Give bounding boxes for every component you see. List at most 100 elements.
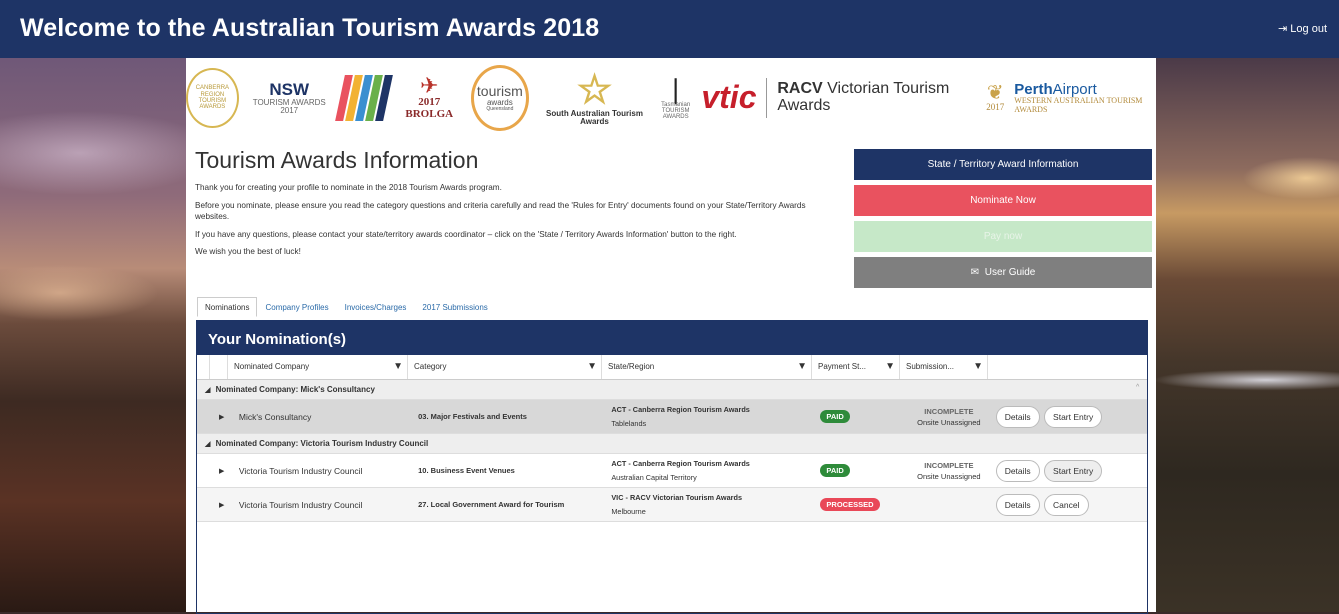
nsw-sub: TOURISM AWARDS 2017 xyxy=(252,97,326,115)
cell-region: Australian Capital Territory xyxy=(611,472,697,482)
expand-row-icon[interactable]: ▶ xyxy=(209,501,233,509)
spacer-col xyxy=(197,355,209,379)
top-header: Welcome to the Australian Tourism Awards… xyxy=(0,0,1339,58)
details-button[interactable]: Details xyxy=(995,459,1040,482)
background-right-photo xyxy=(1156,58,1339,612)
south-australian-awards-logo: ☆ South Australian Tourism Awards xyxy=(539,70,650,127)
group-label: Nominated Company: Victoria Tourism Indu… xyxy=(215,439,429,448)
tab-2017-submissions[interactable]: 2017 Submissions xyxy=(414,297,495,317)
disabled-button[interactable]: Pay now xyxy=(854,221,1152,252)
scroll-up-icon[interactable]: ^ xyxy=(1136,384,1139,391)
cell-award: VIC - RACV Victorian Tourism Awards xyxy=(611,492,743,502)
cell-actions: Details Start Entry xyxy=(990,405,1147,428)
group-header-micks[interactable]: ◢ Nominated Company: Mick's Consultancy xyxy=(197,380,1147,400)
envelope-icon: ✉ xyxy=(970,267,980,278)
cell-actions: Details Start Entry xyxy=(990,459,1147,482)
logo-divider xyxy=(766,78,768,118)
info-paragraph-2: Before you nominate, please ensure you r… xyxy=(195,200,806,222)
cell-region: Tablelands xyxy=(611,418,647,428)
submission-status: INCOMPLETE xyxy=(924,460,974,470)
cell-state-region: VIC - RACV Victorian Tourism Awards Melb… xyxy=(605,491,814,519)
col-category[interactable]: Category ▼ xyxy=(407,355,601,379)
vtic-logo: vtic xyxy=(701,79,757,116)
tab-nominations[interactable]: Nominations xyxy=(197,297,258,317)
queensland-tourism-awards-logo: tourism awards Queensland xyxy=(470,65,529,131)
vtic-text: vtic xyxy=(701,79,757,116)
sponsor-logos: CANBERRA REGION TOURISM AWARDS NSW TOURI… xyxy=(186,58,1156,138)
submission-sub: Onsite Unassigned xyxy=(917,471,981,481)
nominate-now-button[interactable]: Nominate Now xyxy=(854,185,1152,216)
filter-icon[interactable]: ▼ xyxy=(797,355,807,379)
collapse-icon[interactable]: ◢ xyxy=(205,441,210,448)
cell-company: Victoria Tourism Industry Council xyxy=(238,465,363,476)
cell-category: 03. Major Festivals and Events xyxy=(418,412,527,421)
tasmanian-awards-logo: ❘ Tasmanian TOURISM AWARDS xyxy=(661,73,691,121)
star-icon: ☆ xyxy=(576,67,613,112)
cell-company: Mick's Consultancy xyxy=(238,411,312,422)
user-guide-button[interactable]: ✉ User Guide xyxy=(854,257,1152,288)
cell-submission: INCOMPLETE Onsite Unassigned xyxy=(902,406,990,428)
submission-sub: Onsite Unassigned xyxy=(917,417,981,427)
col-state-region[interactable]: State/Region ▼ xyxy=(601,355,811,379)
start-entry-button[interactable]: Start Entry xyxy=(1044,405,1103,428)
logout-link[interactable]: ⇥ Log out xyxy=(1278,22,1327,35)
tourism-title: tourism xyxy=(476,82,523,99)
filter-icon[interactable]: ▼ xyxy=(587,355,597,379)
wa-name: WESTERN AUSTRALIAN TOURISM AWARDS xyxy=(1014,96,1143,114)
table-row[interactable]: ▶ Mick's Consultancy 03. Major Festivals… xyxy=(197,400,1147,434)
sa-text: South Australian Tourism Awards xyxy=(546,108,643,126)
cell-category: 10. Business Event Venues xyxy=(418,466,515,475)
nominations-grid: Your Nomination(s) Nominated Company ▼ C… xyxy=(196,320,1148,614)
state-territory-info-button[interactable]: State / Territory Award Information xyxy=(854,149,1152,180)
filter-icon[interactable]: ▼ xyxy=(973,355,983,379)
nsw-stripes-graphic xyxy=(334,75,393,121)
col-payment-status-label: Payment St... xyxy=(818,362,867,371)
tasmania-text: Tasmanian TOURISM AWARDS xyxy=(661,101,691,121)
perth-airport-logo: PerthAirport WESTERN AUSTRALIAN TOURISM … xyxy=(1014,80,1156,115)
col-nominated-company[interactable]: Nominated Company ▼ xyxy=(227,355,407,379)
cell-state-region: ACT - Canberra Region Tourism Awards Tab… xyxy=(605,403,814,431)
cell-region: Melbourne xyxy=(611,506,646,516)
cell-award: ACT - Canberra Region Tourism Awards xyxy=(611,404,750,414)
filter-icon[interactable]: ▼ xyxy=(393,355,403,379)
nsw-awards-logo: NSW TOURISM AWARDS 2017 xyxy=(249,80,330,116)
cancel-button[interactable]: Cancel xyxy=(1044,493,1089,516)
collapse-icon[interactable]: ◢ xyxy=(205,387,210,394)
brolga-awards-logo: ✈ 2017 BROLGA xyxy=(405,73,454,120)
cell-submission: INCOMPLETE Onsite Unassigned xyxy=(902,460,990,482)
status-badge: PAID xyxy=(820,410,850,423)
tab-company-profiles[interactable]: Company Profiles xyxy=(257,297,336,317)
background-left-photo xyxy=(0,58,186,612)
expand-row-icon[interactable]: ▶ xyxy=(209,413,233,421)
page-title: Welcome to the Australian Tourism Awards… xyxy=(20,14,600,42)
cell-payment: PAID xyxy=(814,410,902,423)
col-submission-status-label: Submission... xyxy=(906,362,955,371)
details-button[interactable]: Details xyxy=(995,493,1040,516)
cell-award: ACT - Canberra Region Tourism Awards xyxy=(611,458,750,468)
perth-brand: Perth xyxy=(1014,80,1053,98)
racv-brand: RACV xyxy=(777,80,823,98)
racv-awards-logo: RACV Victorian Tourism Awards xyxy=(777,80,976,115)
queensland-text: Queensland xyxy=(486,105,514,112)
grid-scrollbar[interactable]: ^ xyxy=(1136,382,1144,612)
info-paragraph-4: We wish you the best of luck! xyxy=(195,247,301,256)
submission-status: INCOMPLETE xyxy=(924,406,974,416)
col-submission-status[interactable]: Submission... ▼ xyxy=(899,355,987,379)
brolga-text: 2017 BROLGA xyxy=(405,96,454,120)
filter-icon[interactable]: ▼ xyxy=(885,355,895,379)
tab-invoices-charges[interactable]: Invoices/Charges xyxy=(337,297,415,317)
col-state-region-label: State/Region xyxy=(608,362,655,371)
cell-category: 27. Local Government Award for Tourism xyxy=(418,500,565,509)
tab-bar: Nominations Company Profiles Invoices/Ch… xyxy=(197,297,496,317)
details-button[interactable]: Details xyxy=(995,405,1040,428)
table-row[interactable]: ▶ Victoria Tourism Industry Council 27. … xyxy=(197,488,1147,522)
grid-title: Your Nomination(s) xyxy=(197,321,1147,355)
table-row[interactable]: ▶ Victoria Tourism Industry Council 10. … xyxy=(197,454,1147,488)
group-header-vtic[interactable]: ◢ Nominated Company: Victoria Tourism In… xyxy=(197,434,1147,454)
start-entry-button[interactable]: Start Entry xyxy=(1044,459,1103,482)
expand-col xyxy=(209,355,227,379)
col-payment-status[interactable]: Payment St... ▼ xyxy=(811,355,899,379)
expand-row-icon[interactable]: ▶ xyxy=(209,467,233,475)
col-category-label: Category xyxy=(414,362,447,371)
cell-actions: Details Cancel xyxy=(990,493,1147,516)
